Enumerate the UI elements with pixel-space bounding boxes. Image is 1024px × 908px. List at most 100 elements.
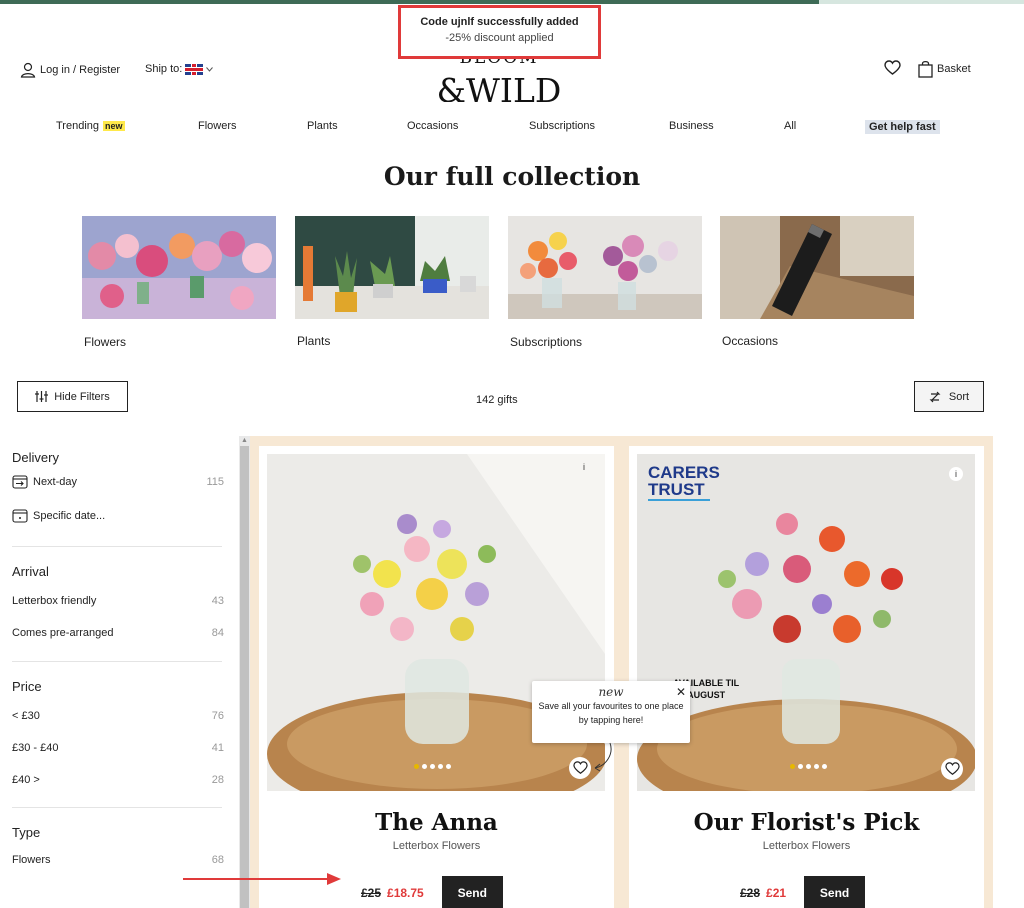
favourite-heart-icon[interactable] — [941, 758, 963, 780]
filter-option-count: 84 — [211, 627, 224, 639]
filter-option-letterbox-friendly[interactable]: Letterbox friendly 43 — [12, 595, 224, 607]
logo-bottom-text: &WILD — [436, 71, 562, 103]
calendar-icon — [12, 509, 28, 523]
filter-option-count: 68 — [211, 854, 224, 866]
nav-item-flowers[interactable]: Flowers — [198, 120, 237, 132]
login-register-link[interactable]: Log in / Register — [20, 62, 120, 78]
category-label: Plants — [297, 334, 331, 348]
scroll-up-arrow-icon[interactable]: ▲ — [241, 437, 248, 444]
progress-fill — [0, 0, 820, 4]
filter-option-type-flowers[interactable]: Flowers 68 — [12, 854, 224, 866]
filter-option-price-under-30[interactable]: < £30 76 — [12, 710, 224, 722]
category-card-occasions[interactable]: Occasions — [720, 216, 914, 348]
logo-top-text: BLOOM — [459, 58, 539, 68]
filter-divider — [12, 546, 222, 547]
filter-option-count: 76 — [211, 710, 224, 722]
ship-to-selector[interactable]: Ship to: — [145, 63, 214, 75]
promo-code-toast: Code ujnlf successfully added -25% disco… — [398, 5, 601, 59]
filter-group-title: Type — [12, 825, 41, 840]
uk-flag-icon — [185, 63, 204, 75]
sort-arrows-icon — [929, 391, 941, 402]
filter-option-count: 28 — [211, 774, 224, 786]
category-card-flowers[interactable]: Flowers — [82, 216, 276, 349]
nav-item-subscriptions[interactable]: Subscriptions — [529, 120, 595, 132]
basket-bag-icon — [918, 60, 933, 78]
calendar-arrow-icon — [12, 475, 28, 489]
carers-trust-logo: CARERS TRUST — [648, 464, 720, 501]
product-grid: i The Anna Letterbox Flowers £25 £18.75 … — [250, 436, 993, 908]
category-card-plants[interactable]: Plants — [295, 216, 489, 348]
filter-option-label: Specific date... — [33, 509, 106, 522]
nav-item-occasions[interactable]: Occasions — [407, 120, 458, 132]
filter-option-label: Next-day — [33, 475, 78, 488]
toast-subtitle: -25% discount applied — [445, 32, 554, 44]
filter-option-count: 41 — [211, 742, 224, 754]
info-icon[interactable]: i — [949, 467, 963, 481]
filter-option-count: 115 — [206, 475, 224, 488]
new-badge: new — [103, 121, 125, 131]
product-price-row: £28 £21 Send — [740, 876, 866, 908]
sort-button[interactable]: Sort — [914, 381, 984, 412]
nav-item-get-help-fast[interactable]: Get help fast — [865, 120, 940, 134]
basket-label: Basket — [937, 63, 971, 75]
tooltip-text: Save all your favourites to one place by… — [538, 701, 684, 725]
site-header: Log in / Register Ship to: BLOOM &WILD B… — [0, 58, 1024, 108]
main-navigation: Trending new Flowers Plants Occasions Sub… — [0, 120, 1024, 136]
original-price: £25 — [361, 885, 382, 900]
close-icon[interactable]: ✕ — [676, 685, 686, 699]
carers-trust-line1: CARERS — [648, 463, 720, 482]
image-carousel-dots[interactable] — [790, 764, 830, 769]
flowers-category-image — [82, 216, 276, 319]
discounted-price: £21 — [766, 885, 787, 900]
filter-option-label: Comes pre-arranged — [12, 627, 114, 639]
product-price-row: £25 £18.75 Send — [361, 876, 503, 908]
send-button[interactable]: Send — [441, 876, 503, 908]
favourite-heart-icon[interactable] — [569, 757, 591, 779]
category-label: Flowers — [84, 335, 127, 349]
filter-option-label: < £30 — [12, 710, 40, 722]
filter-option-pre-arranged[interactable]: Comes pre-arranged 84 — [12, 627, 224, 639]
user-icon — [20, 62, 36, 78]
tooltip-heading: new — [598, 685, 624, 699]
send-button[interactable]: Send — [804, 876, 866, 908]
product-subtitle: Letterbox Flowers — [392, 840, 481, 852]
product-name: The Anna — [375, 809, 498, 836]
hide-filters-label: Hide Filters — [54, 390, 110, 403]
scrollbar-thumb[interactable] — [240, 446, 249, 908]
image-carousel-dots[interactable] — [414, 764, 454, 769]
product-list-scrollbar[interactable]: ▲ — [239, 436, 250, 908]
filter-sidebar: Delivery Next-day 115 Specific date... A… — [12, 440, 224, 866]
product-card-the-anna[interactable]: i The Anna Letterbox Flowers £25 £18.75 … — [259, 446, 614, 908]
filter-option-price-over-40[interactable]: £40 > 28 — [12, 774, 224, 786]
product-name: Our Florist's Pick — [693, 809, 920, 836]
chevron-down-icon — [206, 66, 214, 72]
wishlist-heart-icon[interactable] — [884, 60, 901, 81]
nav-label: Trending — [56, 120, 100, 132]
filter-group-title: Delivery — [12, 450, 59, 465]
basket-link[interactable]: Basket — [918, 60, 971, 78]
filter-option-count: 43 — [211, 595, 224, 607]
nav-item-plants[interactable]: Plants — [307, 120, 338, 132]
filter-option-specific-date[interactable]: Specific date... — [12, 508, 224, 523]
filter-option-label: Flowers — [12, 854, 51, 866]
nav-item-trending[interactable]: Trending new — [56, 120, 125, 132]
product-card-our-florists-pick[interactable]: CARERS TRUST AVAILABLE TIL TH AUGUST i O… — [629, 446, 984, 908]
category-label: Occasions — [722, 334, 779, 348]
page-progress-bar — [0, 0, 1024, 4]
plants-category-image — [295, 216, 489, 319]
info-icon[interactable]: i — [577, 460, 591, 474]
site-logo[interactable]: BLOOM &WILD — [426, 58, 572, 102]
tooltip-pointer-arrow-icon — [594, 742, 612, 772]
filter-sliders-icon — [35, 391, 49, 402]
category-card-subscriptions[interactable]: Subscriptions — [508, 216, 702, 349]
filter-option-price-30-40[interactable]: £30 - £40 41 — [12, 742, 224, 754]
subscriptions-category-image — [508, 216, 702, 319]
gift-count: 142 gifts — [476, 394, 518, 406]
hide-filters-button[interactable]: Hide Filters — [17, 381, 128, 412]
filter-divider — [12, 807, 222, 808]
product-subtitle: Letterbox Flowers — [762, 840, 851, 852]
nav-item-all[interactable]: All — [784, 120, 796, 132]
filter-option-next-day[interactable]: Next-day 115 — [12, 474, 224, 489]
nav-item-business[interactable]: Business — [669, 120, 714, 132]
carers-trust-line2: TRUST — [648, 480, 705, 499]
